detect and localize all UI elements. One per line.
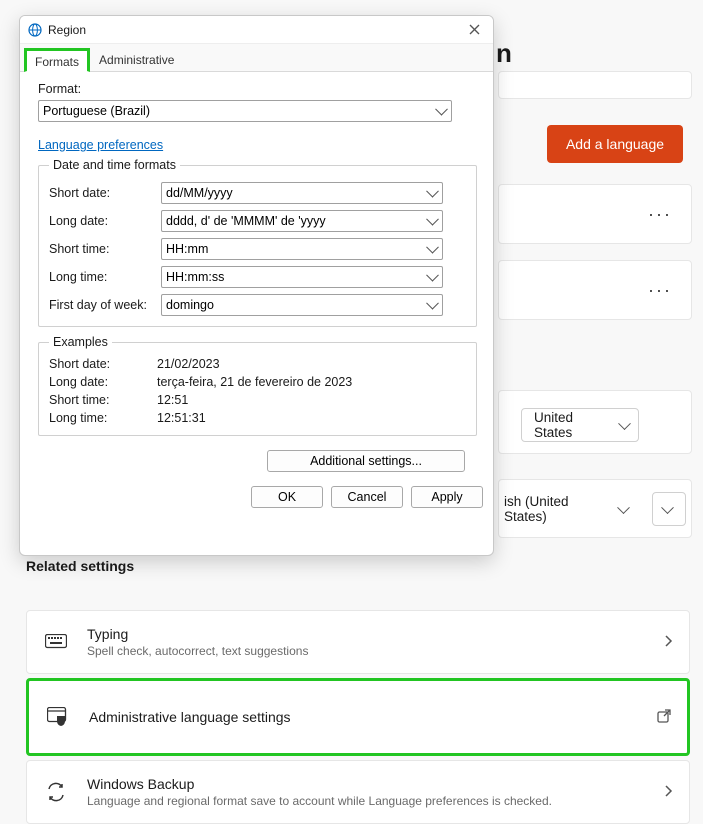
long-time-select[interactable]: HH:mm:ss [161, 266, 443, 288]
region-select[interactable]: United States [521, 408, 639, 442]
ex-long-date-value: terça-feira, 21 de fevereiro de 2023 [157, 375, 352, 389]
chevron-down-icon [620, 422, 630, 428]
typing-card[interactable]: Typing Spell check, autocorrect, text su… [26, 610, 690, 674]
short-date-select[interactable]: dd/MM/yyyy [161, 182, 443, 204]
ex-short-date-label: Short date: [49, 357, 157, 371]
ex-long-date-label: Long date: [49, 375, 157, 389]
display-lang-select[interactable]: ish (United States) [500, 492, 637, 526]
format-label: Format: [38, 82, 477, 96]
keyboard-icon [43, 634, 69, 650]
date-time-formats-group: Date and time formats Short date: dd/MM/… [38, 158, 477, 327]
backup-subtitle: Language and regional format save to acc… [87, 794, 552, 808]
titlebar: Region [20, 16, 493, 44]
globe-icon [28, 23, 42, 37]
typing-title: Typing [87, 626, 308, 642]
admin-lang-title: Administrative language settings [89, 709, 291, 725]
display-lang-label: ish (United States) [504, 494, 609, 524]
region-dialog: Region Formats Administrative Format: Po… [19, 15, 494, 556]
tabs: Formats Administrative [20, 44, 493, 72]
chevron-right-icon [665, 785, 673, 800]
more-button-2[interactable]: ··· [640, 270, 680, 310]
date-time-formats-legend: Date and time formats [49, 158, 180, 172]
ex-long-time-value: 12:51:31 [157, 411, 206, 425]
ex-short-date-value: 21/02/2023 [157, 357, 220, 371]
short-date-label: Short date: [49, 186, 161, 200]
backup-title: Windows Backup [87, 776, 552, 792]
first-day-of-week-label: First day of week: [49, 298, 161, 312]
apply-button[interactable]: Apply [411, 486, 483, 508]
long-date-label: Long date: [49, 214, 161, 228]
windows-backup-card[interactable]: Windows Backup Language and regional for… [26, 760, 690, 824]
format-select[interactable]: Portuguese (Brazil) [38, 100, 452, 122]
ok-button[interactable]: OK [251, 486, 323, 508]
chevron-right-icon [665, 635, 673, 650]
region-select-label: United States [534, 410, 610, 440]
long-time-label: Long time: [49, 270, 161, 284]
page-title-fragment: n [496, 38, 512, 69]
browser-shield-icon [45, 707, 71, 727]
more-button-1[interactable]: ··· [640, 194, 680, 234]
dialog-title: Region [48, 23, 86, 37]
sync-icon [43, 781, 69, 803]
close-button[interactable] [461, 19, 487, 41]
long-date-select[interactable]: dddd, d' de 'MMMM' de 'yyyy [161, 210, 443, 232]
external-link-icon [657, 709, 671, 726]
related-settings-heading: Related settings [26, 558, 134, 574]
tab-formats[interactable]: Formats [24, 48, 90, 72]
chevron-down-icon [663, 506, 673, 512]
close-icon [469, 24, 480, 35]
first-day-of-week-select[interactable]: domingo [161, 294, 443, 316]
card-fragment-1 [498, 71, 692, 99]
administrative-language-settings-card[interactable]: Administrative language settings [26, 678, 690, 756]
examples-group: Examples Short date:21/02/2023 Long date… [38, 335, 477, 436]
dialog-body: Format: Portuguese (Brazil) Language pre… [20, 72, 493, 486]
add-language-button[interactable]: Add a language [547, 125, 683, 163]
expand-button[interactable] [652, 492, 686, 526]
cancel-button[interactable]: Cancel [331, 486, 403, 508]
dialog-button-row: OK Cancel Apply [20, 486, 493, 518]
ex-short-time-value: 12:51 [157, 393, 188, 407]
short-time-label: Short time: [49, 242, 161, 256]
ex-short-time-label: Short time: [49, 393, 157, 407]
examples-legend: Examples [49, 335, 112, 349]
ex-long-time-label: Long time: [49, 411, 157, 425]
typing-subtitle: Spell check, autocorrect, text suggestio… [87, 644, 308, 658]
additional-settings-button[interactable]: Additional settings... [267, 450, 465, 472]
short-time-select[interactable]: HH:mm [161, 238, 443, 260]
chevron-down-icon [619, 506, 629, 512]
language-preferences-link[interactable]: Language preferences [38, 138, 163, 152]
tab-administrative[interactable]: Administrative [90, 48, 183, 72]
